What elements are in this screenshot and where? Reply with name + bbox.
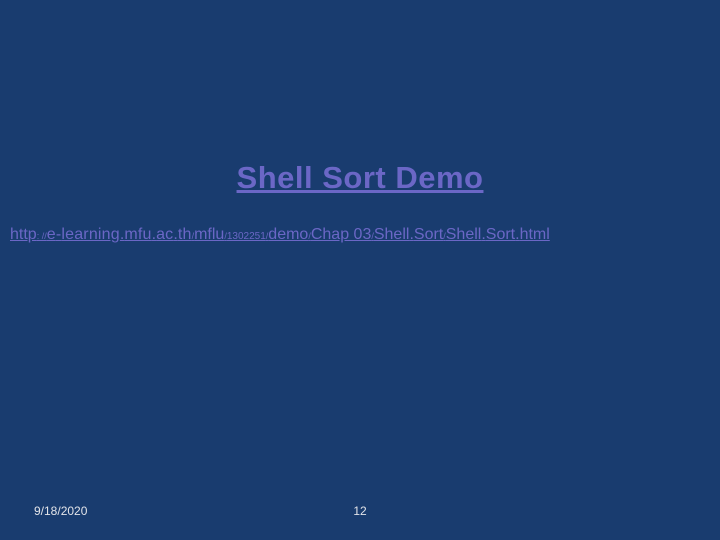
slide-title: Shell Sort Demo — [0, 160, 720, 196]
footer-page-number: 12 — [0, 504, 720, 518]
url-path-part: Shell — [374, 226, 410, 243]
url-path-part: mflu — [194, 226, 224, 243]
url-path-part: Sort — [414, 226, 443, 243]
url-host-part: ac — [156, 226, 173, 243]
url-path-part: demo — [268, 226, 308, 243]
url-path-part: Shell — [446, 226, 482, 243]
url-host-part: th — [178, 226, 192, 243]
url-path-part: html — [520, 226, 550, 243]
url-separator: : // — [37, 231, 47, 241]
demo-url-link[interactable]: http: //e-learning.mfu.ac.th/mflu/130225… — [10, 226, 550, 244]
url-path-part: Sort — [486, 226, 515, 243]
url-host-part: mfu — [124, 226, 151, 243]
url-scheme: http — [10, 226, 37, 243]
url-path-part: Chap 03 — [311, 226, 372, 243]
url-host-part: learning — [61, 226, 120, 243]
presentation-slide: Shell Sort Demo http: //e-learning.mfu.a… — [0, 0, 720, 540]
url-host-part: e — [47, 226, 56, 243]
url-course-number: 1302251 — [227, 231, 266, 242]
